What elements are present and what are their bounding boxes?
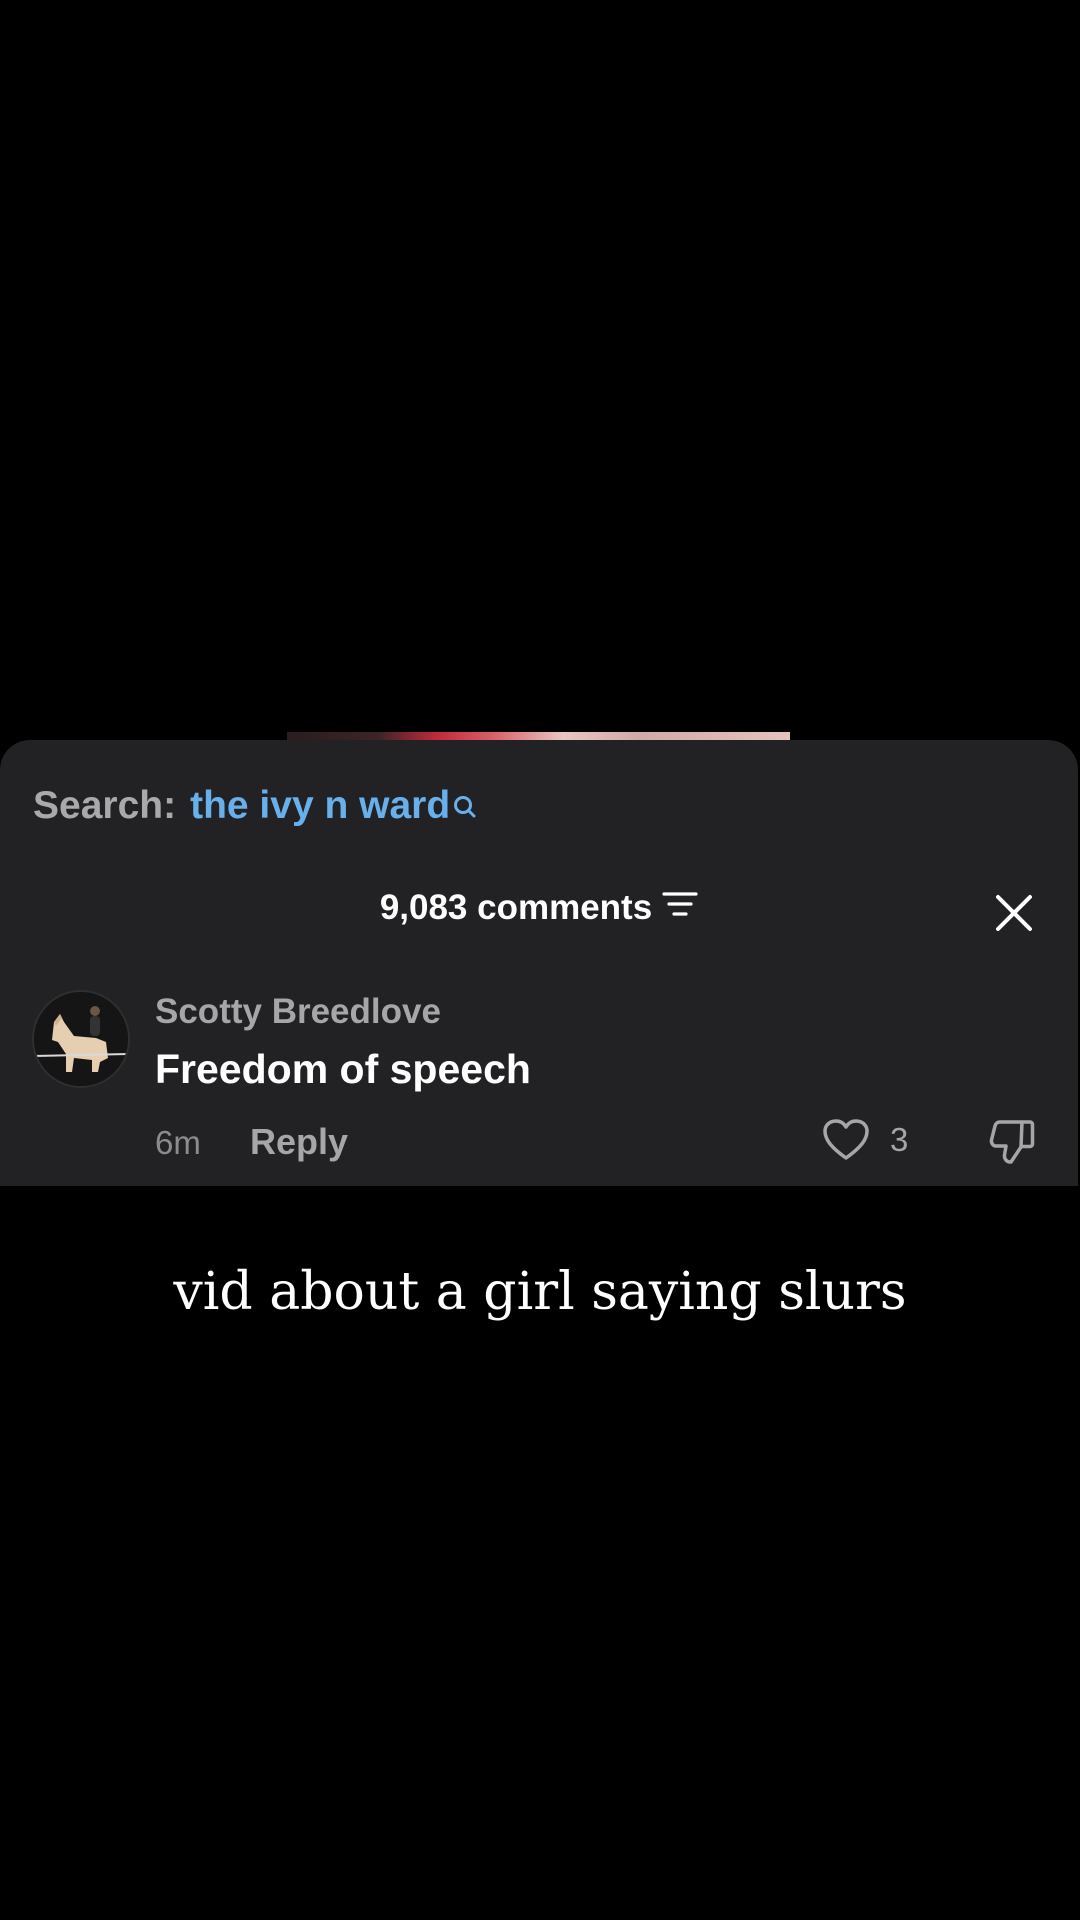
search-icon[interactable] bbox=[452, 786, 478, 830]
search-prefix-label: Search: bbox=[33, 784, 177, 827]
comments-sheet: Search: the ivy n ward 9,083 comments Sc… bbox=[0, 740, 1078, 1186]
sort-filter-icon[interactable] bbox=[662, 888, 698, 928]
thumbs-down-icon bbox=[989, 1120, 1035, 1164]
close-icon bbox=[996, 895, 1032, 931]
screen: Search: the ivy n ward 9,083 comments Sc… bbox=[0, 0, 1080, 1920]
comment-item: Scotty Breedlove Freedom of speech 6m Re… bbox=[0, 990, 1078, 1186]
comments-count: 9,083 comments bbox=[379, 888, 653, 927]
close-button[interactable] bbox=[994, 893, 1034, 933]
video-caption: vid about a girl saying slurs bbox=[173, 1262, 907, 1322]
search-suggestion[interactable]: Search: the ivy n ward bbox=[33, 784, 478, 830]
comment-username[interactable]: Scotty Breedlove bbox=[155, 992, 441, 1032]
avatar[interactable] bbox=[32, 990, 130, 1088]
reply-button[interactable]: Reply bbox=[250, 1121, 348, 1163]
dislike-button[interactable] bbox=[988, 1118, 1036, 1171]
like-button[interactable]: 3 bbox=[822, 1118, 908, 1162]
like-count: 3 bbox=[890, 1121, 909, 1158]
heart-icon bbox=[823, 1119, 869, 1160]
comment-text: Freedom of speech bbox=[155, 1046, 531, 1092]
comments-count-header: 9,083 comments bbox=[0, 888, 1078, 928]
comment-timestamp: 6m bbox=[155, 1124, 201, 1161]
search-query-link[interactable]: the ivy n ward bbox=[190, 784, 450, 828]
